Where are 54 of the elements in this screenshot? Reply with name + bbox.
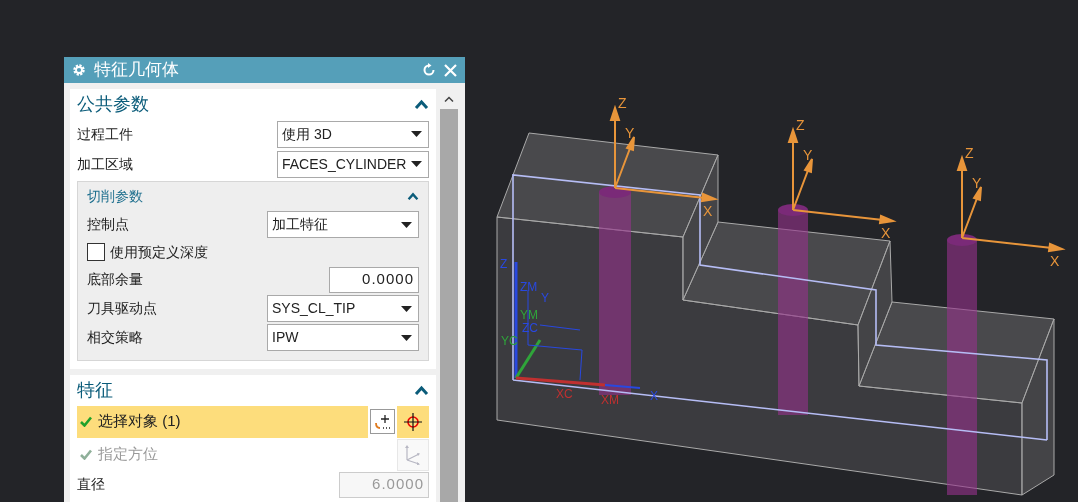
axis-label: Z (796, 117, 805, 133)
field-label: 控制点 (87, 215, 129, 234)
dropdown-arrow-icon (401, 305, 412, 312)
axis-label: X (1050, 253, 1060, 269)
axis-label: Y (541, 291, 549, 305)
checkbox-label: 使用预定义深度 (110, 242, 208, 262)
dropdown[interactable]: 使用 3D (277, 120, 429, 148)
scrollbar[interactable] (440, 89, 458, 502)
axis-label: Y (625, 125, 635, 141)
dropdown[interactable]: 加工特征 (267, 211, 419, 238)
axis-label: XM (601, 393, 619, 407)
settings-icon[interactable] (72, 63, 86, 77)
field-label: 直径 (77, 475, 105, 494)
field-label: 刀具驱动点 (87, 299, 157, 318)
field-label: 加工区域 (77, 154, 133, 174)
select-point-button[interactable] (397, 405, 429, 438)
axis-label: ZM (520, 280, 538, 294)
section-title: 公共参数 (77, 92, 149, 116)
collapse-caret-icon[interactable] (407, 192, 419, 200)
field-label: 底部余量 (87, 270, 143, 289)
axis-label: X (703, 203, 713, 219)
check-icon (80, 416, 92, 427)
check-icon (80, 449, 92, 460)
section-title: 特征 (77, 378, 113, 402)
group-title: 切削参数 (87, 186, 143, 206)
window-title: 特征几何体 (94, 59, 180, 82)
field-label: 相交策略 (87, 328, 143, 347)
crosshair-icon (403, 411, 423, 432)
axis-label: Z (618, 95, 627, 111)
collapse-caret-icon[interactable] (414, 385, 429, 395)
axis-label: Z (500, 257, 508, 271)
scroll-up-icon[interactable] (444, 96, 454, 102)
number-field[interactable]: 0.0000 (329, 266, 419, 293)
dropdown[interactable]: FACES_CYLINDER (277, 150, 429, 178)
dropdown[interactable]: IPW (267, 324, 419, 351)
close-icon[interactable] (444, 63, 457, 77)
add-list-icon (373, 412, 392, 431)
dropdown-arrow-icon (411, 161, 422, 167)
axis-label: XC (556, 387, 573, 401)
selection-step[interactable]: 选择对象 (1) (77, 405, 368, 438)
field-label: 过程工件 (77, 124, 133, 144)
dropdown[interactable]: SYS_CL_TIP (267, 295, 419, 322)
axis-label: Z (965, 145, 974, 161)
checkbox[interactable] (87, 243, 105, 261)
axis-label: Y (803, 147, 813, 163)
axis-label: Y (972, 175, 982, 191)
axis-label: ZC (522, 321, 538, 335)
collapse-caret-icon[interactable] (414, 99, 429, 109)
reset-icon[interactable] (422, 63, 436, 77)
axis-label: X (881, 225, 891, 241)
dropdown-arrow-icon (401, 221, 412, 228)
dropdown-arrow-icon (411, 131, 422, 137)
dropdown-arrow-icon (401, 334, 412, 341)
object-list-button[interactable] (370, 409, 395, 434)
